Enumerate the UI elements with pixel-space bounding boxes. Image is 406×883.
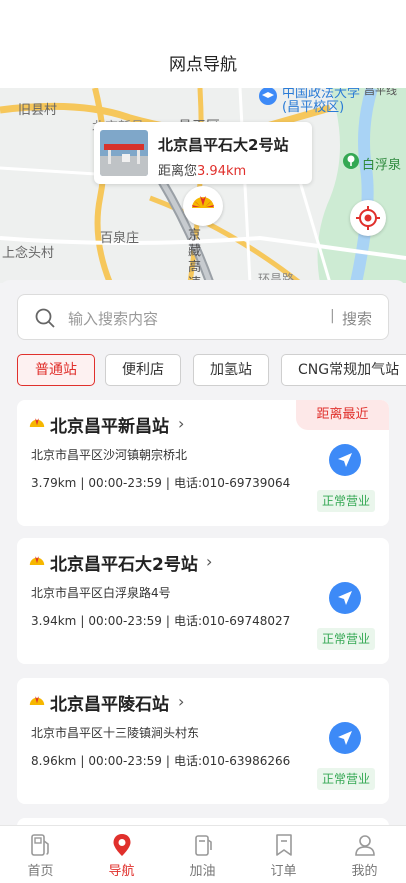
page-title: 网点导航 [169,55,237,75]
park-icon [343,153,359,169]
navigate-button[interactable] [329,722,361,754]
station-card[interactable]: 北京昌平新昌站 › 距离最近 北京市昌平区沙河镇朝宗桥北 3.79km | 00:0… [17,400,389,526]
tab-navigation-label: 导航 [108,864,135,879]
filter-hydrogen-station[interactable]: 加氢站 [193,354,269,386]
bottom-tab-bar: 首页 导航 加油 订单 我的 [0,825,406,883]
popup-distance-prefix: 距离您 [158,164,198,179]
search-bar[interactable]: 输入搜索内容 | 搜索 [17,294,389,340]
station-hours: 00:00-23:59 [88,754,162,768]
bookmark-icon [276,834,292,856]
station-phone[interactable]: 电话:010-69748027 [174,614,290,628]
navigate-button[interactable] [329,444,361,476]
station-type-filters: 普通站 便利店 加氢站 CNG常规加气站 [17,354,406,388]
tab-orders[interactable]: 订单 [243,826,324,883]
tab-orders-label: 订单 [270,864,297,879]
chevron-right-icon: › [178,692,185,711]
station-distance: 3.79km [31,476,77,490]
status-badge: 正常营业 [317,768,376,790]
station-distance: 3.94km [31,614,77,628]
petrochina-logo-icon [29,696,45,705]
map-label-baiquanzhuang: 百泉庄 [100,231,140,246]
station-address: 北京市昌平区沙河镇朝宗桥北 [31,448,188,462]
filter-convenience-store[interactable]: 便利店 [105,354,181,386]
station-card[interactable]: 北京昌平陵石站 › 北京市昌平区十三陵镇涧头村东 8.96km | 00:00-23… [17,678,389,804]
map-label-baifuquan: 白浮泉 [362,158,402,173]
app-header: 网点导航 [0,0,406,88]
tab-navigation[interactable]: 导航 [81,826,162,883]
fuel-pump-icon [31,834,49,856]
map-label-cupl-campus: (昌平校区) [282,100,345,115]
user-icon [355,835,375,856]
popup-distance-value: 3.94km [197,164,247,179]
map-label-shangniantoucun: 上念头村 [2,246,55,261]
status-badge: 正常营业 [317,490,376,512]
school-icon [259,88,277,105]
station-info: 8.96km | 00:00-23:59 | 电话:010-63986266 [31,754,291,768]
station-hours: 00:00-23:59 [88,476,162,490]
station-card-partial [17,818,389,825]
station-name: 北京昌平陵石站 [50,695,169,715]
map-station-popup[interactable]: 北京昌平石大2号站 距离您3.94km [94,122,312,184]
station-card[interactable]: 北京昌平石大2号站 › 北京市昌平区白浮泉路4号 3.94km | 00:00-23… [17,538,389,664]
station-list-panel: 输入搜索内容 | 搜索 普通站 便利店 加氢站 CNG常规加气站 北京昌平新昌站… [0,280,406,825]
filter-cng-station[interactable]: CNG常规加气站 [281,354,406,386]
station-distance: 8.96km [31,754,77,768]
search-input[interactable]: 输入搜索内容 [68,308,158,329]
map-label-jiuxiancun: 旧县村 [18,103,58,118]
navigation-arrow-icon [338,453,352,467]
station-hours: 00:00-23:59 [88,614,162,628]
station-photo [100,130,148,176]
station-marker[interactable] [183,186,223,226]
station-info: 3.94km | 00:00-23:59 | 电话:010-69748027 [31,614,291,628]
station-name: 北京昌平新昌站 [50,417,169,437]
station-name: 北京昌平石大2号站 [50,555,198,575]
petrochina-logo-icon [29,418,45,427]
locate-me-button[interactable] [350,200,386,236]
tab-home[interactable]: 首页 [0,826,81,883]
navigate-button[interactable] [329,582,361,614]
nearest-badge: 距离最近 [296,400,389,430]
search-divider: | [330,308,335,324]
chevron-right-icon: › [178,414,185,433]
map-label-jingzang-highway: 京藏高速 [188,228,202,283]
station-address: 北京市昌平区十三陵镇涧头村东 [31,726,200,740]
petrochina-logo-icon [29,556,45,565]
tab-refuel[interactable]: 加油 [162,826,243,883]
filter-normal-station[interactable]: 普通站 [17,354,95,386]
petrochina-logo-icon [192,196,214,208]
chevron-right-icon: › [206,552,213,571]
tab-refuel-label: 加油 [189,864,216,879]
search-button[interactable]: 搜索 [342,308,372,329]
navigation-arrow-icon [338,731,352,745]
popup-station-distance: 距离您3.94km [158,160,246,179]
locate-crosshair-icon [356,206,380,230]
station-address: 北京市昌平区白浮泉路4号 [31,586,171,600]
station-info: 3.79km | 00:00-23:59 | 电话:010-69739064 [31,476,291,490]
station-phone[interactable]: 电话:010-63986266 [174,754,290,768]
map-label-changping-line: 昌平线 [364,88,397,97]
popup-station-name: 北京昌平石大2号站 [158,136,289,154]
station-phone[interactable]: 电话:010-69739064 [174,476,290,490]
tab-home-label: 首页 [27,864,54,879]
status-badge: 正常营业 [317,628,376,650]
tab-profile[interactable]: 我的 [324,826,405,883]
search-icon [35,308,55,328]
navigation-arrow-icon [338,591,352,605]
location-pin-icon [113,834,131,856]
tab-profile-label: 我的 [351,864,378,879]
gas-nozzle-icon [195,835,212,856]
